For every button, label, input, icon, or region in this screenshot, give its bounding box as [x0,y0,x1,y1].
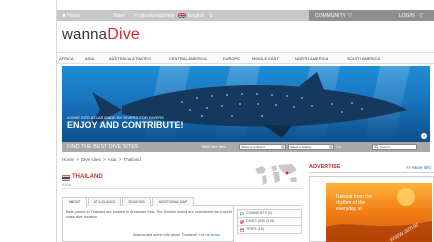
whale-shark-image [88,72,407,138]
let-us-know-link[interactable]: Let us know... [199,233,222,237]
login-dropdown-icon[interactable]: ▽ [419,13,423,19]
breadcrumb: Home > Dive sites > Asia > Thailand [62,157,142,162]
advertise-title: ADVERTISE [309,164,341,170]
community-link[interactable]: COMMUNITY [315,13,346,19]
region-asia[interactable]: ASIA [85,56,94,61]
logo-text-wanna: wanna [62,26,108,43]
trip-icon [240,228,244,232]
search-input[interactable]: Search... [372,144,417,150]
chevron-down-icon: ▾ [329,145,333,149]
country-description: Best places in Thailand are located in A… [66,210,232,219]
region-middle-east[interactable]: MIDDLE EAST [252,56,279,61]
tab-seasons[interactable]: SEASONS [122,197,151,206]
chevron-down-icon: ▾ [281,145,285,149]
professionals-link[interactable]: Professionals [134,13,164,19]
hero-banner[interactable]: A DIVE SITE ATLAS MADE BY DIVERS FOR DIV… [62,66,430,142]
country-tabs: ABOUT AT A GLANCE SEASONS ADDITIONAL MAP [62,197,302,207]
community-bar: COMMUNITY ▽ LOGIN ▽ [309,10,434,21]
left-rail [0,0,57,242]
ad-background-art [326,188,432,242]
find-title: FIND THE BEST DIVE SITES [67,144,139,150]
continent-select[interactable]: Select a continent ▾ [239,144,286,150]
search-placeholder: Search... [380,145,393,149]
breadcrumb-asia[interactable]: Asia [108,157,117,162]
trips-link[interactable]: TRIPS (16) [237,225,302,234]
advertisement-box: Retreat from the rhythm of the everyday … [309,176,434,242]
advertise-header: ADVERTISE >> More info [309,163,434,173]
home-link[interactable]: Home [67,13,80,19]
comments-label: COMMENTS (0) [246,211,273,215]
advertisement-banner[interactable]: Retreat from the rhythm of the everyday … [326,183,432,242]
home-icon[interactable] [62,13,66,17]
about-panel: Best places in Thailand are located in A… [62,206,234,242]
breadcrumb-separator: > [102,157,106,162]
region-north-america[interactable]: NORTH AMERICA [295,56,328,61]
logo-text-dive: Dive [107,26,141,43]
region-central-america[interactable]: CENTRAL AMERICA [169,56,207,61]
region-australia-pacific[interactable]: AUSTRALIA & PACIFIC [109,56,151,61]
regions-nav: AFRICA ASIA AUSTRALIA & PACIFIC CENTRAL … [57,52,434,64]
info-icon[interactable]: i [421,133,427,139]
search-icon [374,145,379,149]
region-africa[interactable]: AFRICA [59,56,74,61]
comment-icon [240,212,244,216]
breadcrumb-dive-sites[interactable]: Dive sites [81,157,101,162]
country-select-value: Select a country [290,145,312,149]
go-button[interactable]: Go [336,145,341,149]
country-select[interactable]: Select a country ▾ [288,144,334,150]
country-title: THAILAND [72,174,103,180]
tab-at-a-glance[interactable]: AT A GLANCE [88,197,121,206]
breadcrumb-home[interactable]: Home [62,157,74,162]
breadcrumb-separator: > [118,157,122,162]
add-info-text: Wanna add some info about Thailand? [133,233,199,237]
find-dive-sites-bar: FIND THE BEST DIVE SITES 9530 dive sites… [62,142,430,152]
top-nav: Home Store Professionals Help English ⇕ … [57,10,434,21]
region-south-america[interactable]: SOUTH AMERICA [347,56,380,61]
trips-label: TRIPS (16) [246,227,264,231]
dive-icon [240,220,244,224]
ad-text: Retreat from the rhythm of the everyday … [336,194,373,212]
add-info-prompt: Wanna add some info about Thailand? Let … [133,233,222,237]
store-link[interactable]: Store [113,13,125,19]
uk-flag-icon [178,13,186,18]
dive-site-count: 9530 dive sites [202,145,226,149]
page: Home Store Professionals Help English ⇕ … [57,0,434,242]
login-link[interactable]: LOGIN [399,13,415,19]
help-link[interactable]: Help [164,13,174,19]
world-map-icon [255,164,297,185]
continent-select-value: Select a continent [241,145,265,149]
language-dropdown-icon[interactable]: ⇕ [209,13,213,19]
site-logo[interactable]: wannaDive [62,26,140,44]
divider [62,188,302,189]
more-info-link[interactable]: >> More info [406,165,431,170]
country-side-links: COMMENTS (0) DIVES (930 (219) TRIPS (16) [237,209,302,234]
country-region: ASIA [62,182,72,187]
hero-cta[interactable]: ENJOY AND CONTRIBUTE! [67,120,184,130]
language-selector[interactable]: English [188,13,204,19]
dives-label: DIVES (930 (219) [246,219,275,223]
community-dropdown-icon[interactable]: ▽ [348,13,352,19]
tab-additional-map[interactable]: ADDITIONAL MAP [152,197,194,206]
breadcrumb-separator: > [76,157,79,162]
breadcrumb-thailand: Thailand [123,157,141,162]
thailand-flag-icon [62,175,70,181]
region-europe[interactable]: EUROPE [223,56,240,61]
